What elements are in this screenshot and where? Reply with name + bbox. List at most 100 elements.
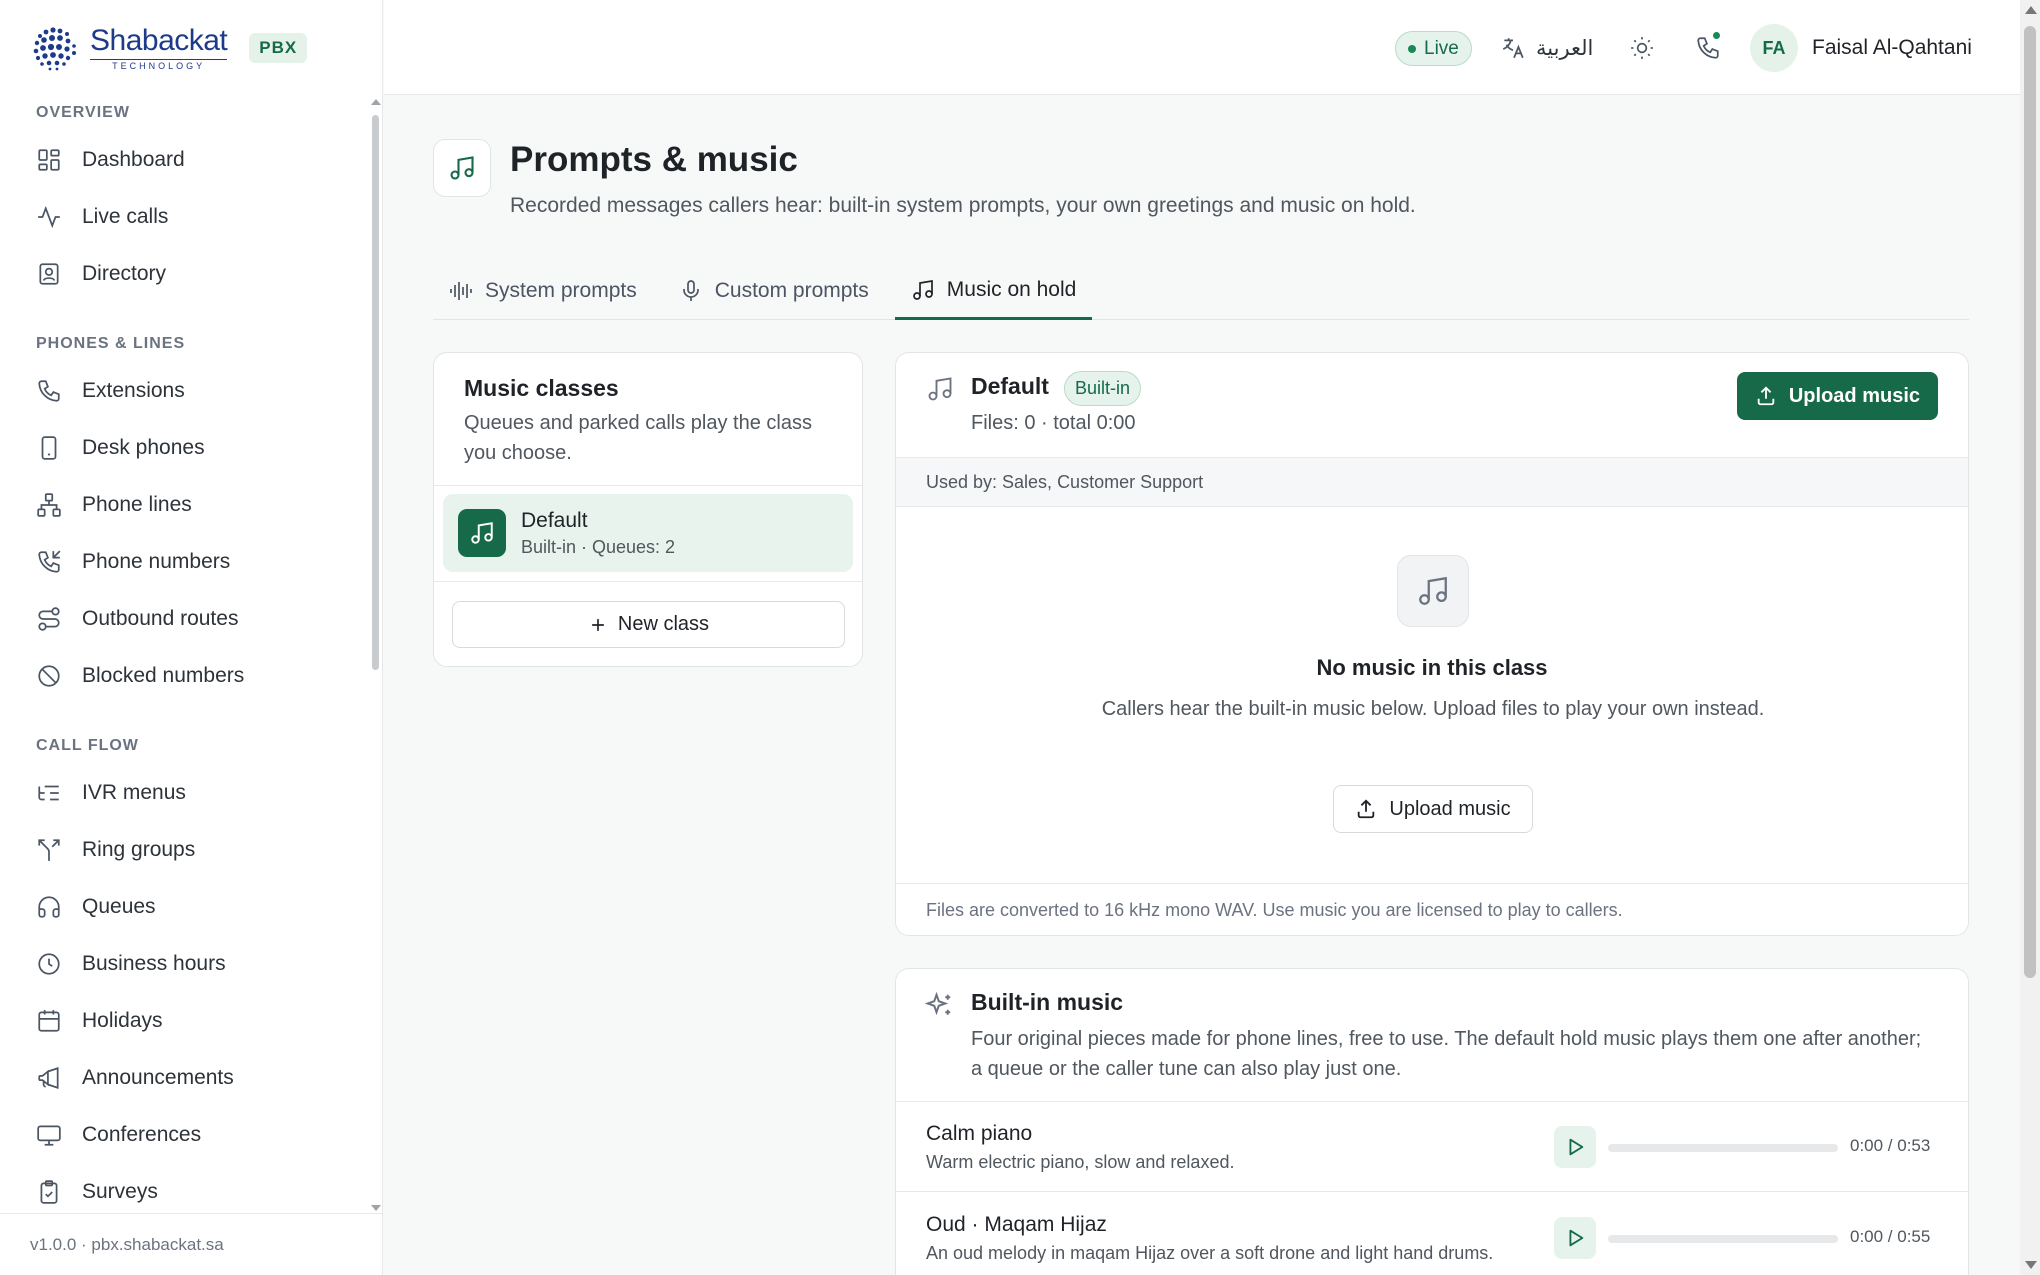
builtin-music-description: Four original pieces made for phone line… (971, 1028, 1922, 1080)
megaphone-icon (38, 1066, 59, 1089)
track-description: An oud melody in maqam Hijaz over a soft… (926, 1243, 1494, 1263)
shabackat-logo-icon (33, 27, 76, 71)
music-classes-title: Music classes (464, 375, 619, 401)
contact-book-icon (39, 262, 59, 285)
sidebar-item-label: Directory (82, 261, 167, 285)
play-button[interactable] (1554, 1217, 1596, 1259)
music-class-item[interactable]: Default Built-in · Queues: 2 (443, 494, 853, 572)
sidebar-item-label: Business hours (82, 951, 226, 975)
empty-upload-music-button[interactable]: Upload music (1333, 785, 1533, 833)
user-menu[interactable]: FA Faisal Al-Qahtani (1750, 24, 1972, 72)
live-status-badge: Live (1395, 31, 1472, 66)
music-class-meta: Built-in · Queues: 2 (521, 536, 676, 557)
music-note-icon (928, 377, 952, 401)
nav-gap (0, 704, 383, 728)
microphone-icon (682, 280, 699, 301)
sidebar-item-label: Phone lines (82, 492, 192, 516)
builtin-badge: Built-in (1064, 371, 1142, 406)
scroll-up-arrow-icon[interactable] (2025, 6, 2037, 14)
language-switch-button[interactable]: العربية (1500, 28, 1593, 68)
new-class-label: New class (617, 613, 710, 635)
brand[interactable]: Shabackat TECHNOLOGY PBX (30, 18, 308, 78)
sidebar-scroll-thumb[interactable] (372, 115, 379, 670)
track-progress-bar[interactable] (1608, 1235, 1838, 1243)
sidebar-item-surveys[interactable]: Surveys (0, 1163, 383, 1215)
used-by-strip: Used by: Sales, Customer Support (896, 457, 1968, 507)
sidebar-item-label: Surveys (82, 1179, 158, 1203)
pbx-badge: PBX (249, 33, 308, 63)
sidebar-item-holidays[interactable]: Holidays (0, 992, 383, 1049)
sidebar-item-extensions[interactable]: Extensions (0, 362, 383, 419)
phone-incoming-icon (38, 550, 61, 573)
sidebar-scrollbar[interactable] (370, 95, 381, 1215)
tab-label: Music on hold (946, 277, 1077, 301)
network-icon (37, 492, 61, 517)
sidebar-item-ivr-menus[interactable]: IVR menus (0, 764, 383, 821)
divider (434, 485, 862, 486)
empty-state-title: No music in this class (1316, 655, 1548, 680)
sidebar-item-blocked-numbers[interactable]: Blocked numbers (0, 647, 383, 704)
sidebar-item-label: Holidays (82, 1008, 163, 1032)
sidebar-item-phone-lines[interactable]: Phone lines (0, 476, 383, 533)
sidebar-item-desk-phones[interactable]: Desk phones (0, 419, 383, 476)
music-class-icon (458, 509, 506, 557)
live-label: Live (1424, 37, 1459, 59)
page-subtitle: Recorded messages callers hear: built-in… (510, 194, 1416, 217)
builtin-music-icon (924, 991, 954, 1021)
play-icon (1569, 1229, 1584, 1247)
theme-toggle-button[interactable] (1624, 30, 1660, 66)
sidebar-item-ring-groups[interactable]: Ring groups (0, 821, 383, 878)
tab-custom-prompts[interactable]: Custom prompts (663, 262, 885, 320)
divider (434, 581, 862, 582)
sidebar-item-outbound-routes[interactable]: Outbound routes (0, 590, 383, 647)
ban-icon (38, 664, 60, 687)
smartphone-icon (41, 435, 57, 460)
divider (896, 1191, 1968, 1192)
empty-state-icon (1397, 555, 1469, 627)
headphones-icon (38, 895, 60, 918)
sidebar-item-directory[interactable]: Directory (0, 245, 383, 302)
sidebar-item-conferences[interactable]: Conferences (0, 1106, 383, 1163)
calendar-icon (38, 1009, 60, 1032)
page-scrollbar[interactable] (2020, 0, 2040, 1275)
scroll-down-arrow-icon[interactable] (371, 1205, 381, 1211)
track-progress-bar[interactable] (1608, 1144, 1838, 1152)
upload-music-button[interactable]: Upload music (1736, 372, 1938, 420)
sidebar-item-label: Announcements (82, 1065, 234, 1089)
topbar: Live العربية FA Faisal Al-Qahtani (384, 0, 2020, 95)
track-time: 0:00 / 0:55 (1850, 1227, 1931, 1246)
page-icon (433, 139, 491, 197)
tab-music-on-hold[interactable]: Music on hold (894, 262, 1093, 320)
play-button[interactable] (1554, 1126, 1596, 1168)
upload-icon (1358, 799, 1375, 819)
tabs: System prompts Custom prompts Music on h… (433, 262, 1969, 320)
new-class-button[interactable]: New class (452, 601, 845, 648)
page-scroll-thumb[interactable] (2024, 26, 2036, 978)
scroll-down-arrow-icon[interactable] (2025, 1261, 2037, 1269)
track-time: 0:00 / 0:53 (1850, 1136, 1931, 1155)
builtin-music-title: Built-in music (971, 989, 1124, 1015)
scroll-up-arrow-icon[interactable] (371, 99, 381, 105)
class-detail-icon (926, 375, 954, 403)
sidebar: Shabackat TECHNOLOGY PBX OVERVIEW Dashbo… (0, 0, 383, 1275)
page-title: Prompts & music (510, 140, 798, 179)
translate-icon (1502, 38, 1524, 59)
tab-system-prompts[interactable]: System prompts (433, 262, 653, 320)
tab-label: System prompts (485, 279, 637, 302)
class-files-summary: Files: 0 · total 0:00 (971, 412, 1136, 434)
sun-icon (1631, 37, 1653, 59)
track-name: Calm piano (926, 1122, 1033, 1145)
sidebar-item-live-calls[interactable]: Live calls (0, 188, 383, 245)
sidebar-item-label: Dashboard (82, 147, 185, 171)
sidebar-item-dashboard[interactable]: Dashboard (0, 131, 383, 188)
sidebar-item-label: Outbound routes (82, 606, 239, 630)
sidebar-item-phone-numbers[interactable]: Phone numbers (0, 533, 383, 590)
softphone-button[interactable] (1690, 30, 1726, 66)
tab-label: Custom prompts (714, 279, 869, 302)
sidebar-item-announcements[interactable]: Announcements (0, 1049, 383, 1106)
sidebar-item-business-hours[interactable]: Business hours (0, 935, 383, 992)
sidebar-item-queues[interactable]: Queues (0, 878, 383, 935)
live-dot-icon (1408, 44, 1416, 53)
avatar: FA (1750, 24, 1798, 72)
audio-waveform-icon (450, 282, 472, 300)
